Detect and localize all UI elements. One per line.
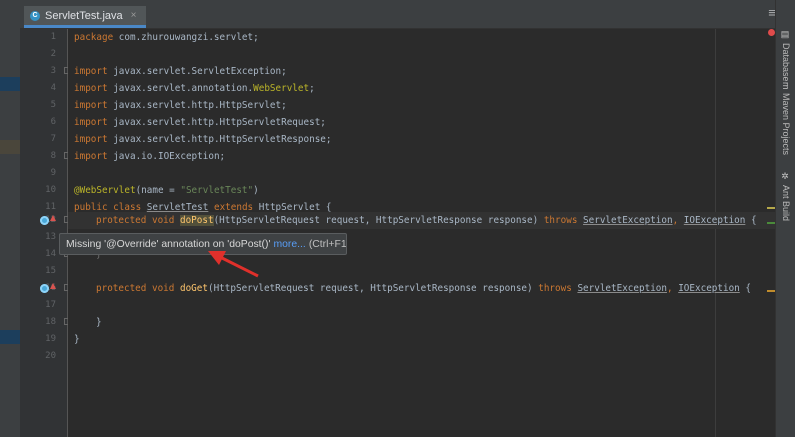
change-stripe-mark[interactable] [767, 222, 775, 224]
warning-stripe-mark-2[interactable] [767, 290, 775, 292]
annotation-arrow [208, 251, 259, 278]
arrow-shaft [221, 256, 259, 278]
ant-build-tool-tab[interactable]: ✲ Ant Build [776, 172, 795, 226]
error-indicator-icon[interactable] [768, 29, 775, 36]
right-tool-panel: ▤ Database m Maven Projects ✲ Ant Build [775, 0, 795, 437]
ant-icon: ✲ [781, 172, 791, 182]
maven-icon: m [781, 82, 791, 90]
warning-stripe-mark[interactable] [767, 207, 775, 209]
database-tool-tab[interactable]: ▤ Database [776, 30, 795, 82]
maven-projects-tool-tab[interactable]: m Maven Projects [776, 82, 795, 160]
database-icon: ▤ [781, 30, 791, 40]
